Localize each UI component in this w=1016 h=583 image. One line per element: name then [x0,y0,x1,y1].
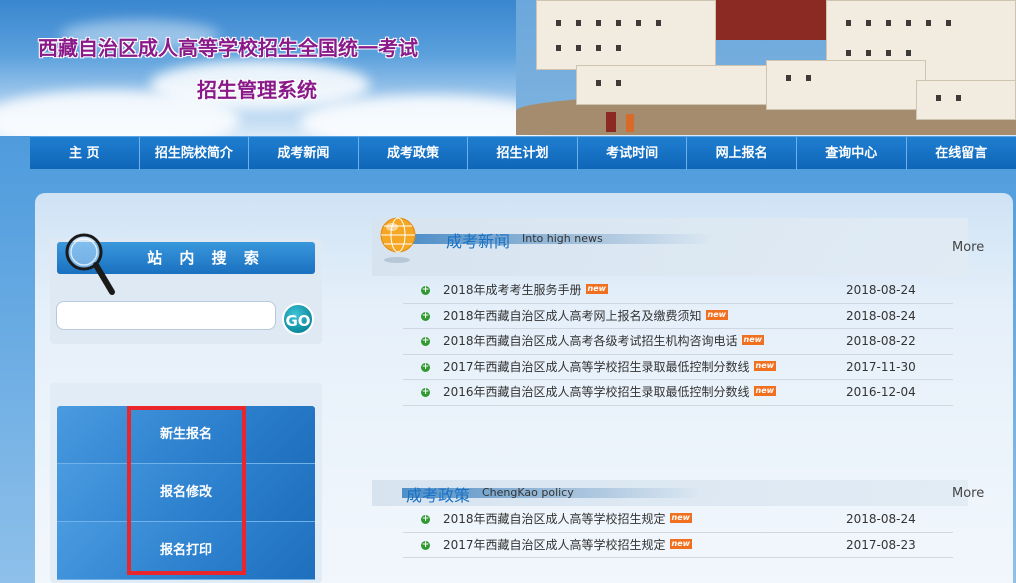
policy-section-subtitle: ChengKao policy [482,486,574,499]
news-link[interactable]: 2018年西藏自治区成人高考各级考试招生机构咨询电话 new [443,329,765,354]
news-row: + 2018年成考考生服务手册 new 2018-08-24 [403,278,953,304]
site-title-line1: 西藏自治区成人高等学校招生全国统一考试 [38,36,418,60]
policy-list: + 2018年西藏自治区成人高等学校招生规定 new 2018-08-24 + 2… [403,507,953,558]
news-row: + 2017年西藏自治区成人高等学校招生录取最低控制分数线 new 2017-11… [403,355,953,380]
nav-item-message[interactable]: 在线留言 [907,137,1016,170]
news-link[interactable]: 2016年西藏自治区成人高等学校招生录取最低控制分数线 new [443,380,777,405]
news-date: 2018-08-24 [846,308,916,323]
policy-date: 2018-08-24 [846,512,916,526]
policy-more-link[interactable]: More [952,486,984,501]
policy-row: + 2018年西藏自治区成人高等学校招生规定 new 2018-08-24 [403,507,953,533]
nav-item-news[interactable]: 成考新闻 [249,137,359,170]
news-section-subtitle: Into high news [522,232,603,245]
new-badge: new [753,360,777,371]
plus-icon: + [421,514,430,524]
plus-icon: + [421,539,430,550]
news-link[interactable]: 2018年西藏自治区成人高考网上报名及缴费须知 new [443,304,729,329]
news-section-header: 成考新闻 Into high news More [372,218,984,276]
search-go-button[interactable]: GO [282,303,314,335]
header-banner: 西藏自治区成人高等学校招生全国统一考试 招生管理系统 [0,0,1016,136]
plus-icon: + [421,310,430,321]
new-badge: new [585,284,609,294]
news-link[interactable]: 2018年成考考生服务手册 new [443,278,609,303]
new-badge: new [669,513,693,523]
new-badge: new [705,309,729,320]
globe-icon [380,217,416,263]
plus-icon: + [421,336,430,346]
news-list: + 2018年成考考生服务手册 new 2018-08-24 + 2018年西藏自… [403,278,953,406]
main-nav: 主 页 招生院校简介 成考新闻 成考政策 招生计划 考试时间 网上报名 查询中心… [30,136,1016,170]
news-section-title: 成考新闻 [446,232,511,251]
plus-icon: + [421,361,430,372]
nav-item-school-intro[interactable]: 招生院校简介 [140,137,250,170]
news-date: 2016-12-04 [846,385,916,399]
news-link[interactable]: 2017年西藏自治区成人高等学校招生录取最低控制分数线 new [443,355,777,380]
news-row: + 2018年西藏自治区成人高考网上报名及缴费须知 new 2018-08-24 [403,304,953,329]
nav-item-home[interactable]: 主 页 [30,137,140,170]
nav-item-policy[interactable]: 成考政策 [359,137,469,170]
policy-section-title: 成考政策 [406,486,471,505]
plus-icon: + [421,387,430,397]
nav-item-query-center[interactable]: 查询中心 [797,137,907,170]
nav-item-plan[interactable]: 招生计划 [468,137,578,170]
news-more-link[interactable]: More [952,240,984,255]
news-date: 2017-11-30 [846,359,916,374]
news-row: + 2018年西藏自治区成人高考各级考试招生机构咨询电话 new 2018-08-… [403,329,953,355]
highlight-frame [127,406,246,575]
policy-link[interactable]: 2018年西藏自治区成人高等学校招生规定 new [443,507,693,532]
new-badge: new [669,538,693,549]
palace-image [516,0,1016,135]
news-date: 2018-08-22 [846,334,916,348]
magnifier-icon [65,233,115,295]
news-row: + 2016年西藏自治区成人高等学校招生录取最低控制分数线 new 2016-12… [403,380,953,406]
policy-row: + 2017年西藏自治区成人高等学校招生规定 new 2017-08-23 [403,533,953,558]
new-badge: new [741,335,765,345]
news-date: 2018-08-24 [846,283,916,297]
policy-date: 2017-08-23 [846,537,916,552]
new-badge: new [753,386,777,396]
policy-link[interactable]: 2017年西藏自治区成人高等学校招生规定 new [443,533,693,558]
search-input[interactable] [56,301,276,330]
nav-item-exam-time[interactable]: 考试时间 [578,137,688,170]
policy-section-header: 成考政策 ChengKao policy More [372,480,984,506]
plus-icon: + [421,285,430,295]
nav-item-online-signup[interactable]: 网上报名 [687,137,797,170]
site-title-line2: 招生管理系统 [197,78,317,102]
